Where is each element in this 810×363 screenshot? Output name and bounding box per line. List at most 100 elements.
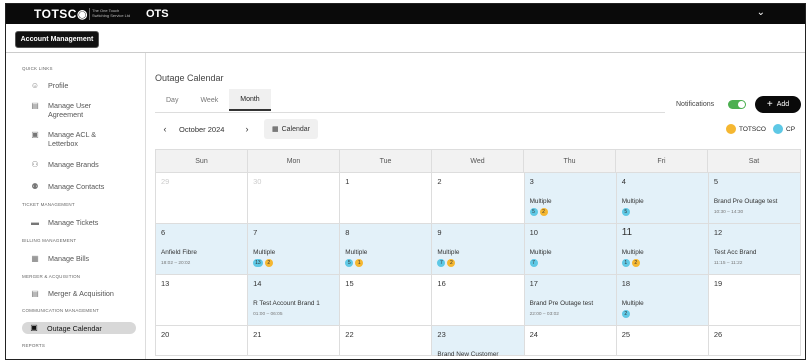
- sidebar-item-manage-brands[interactable]: ⚇ Manage Brands: [30, 160, 140, 170]
- event-title[interactable]: R Test Account Brand 1: [253, 300, 320, 307]
- next-month-button[interactable]: ›: [240, 122, 254, 136]
- weekday-wed: Wed: [432, 150, 524, 172]
- calendar-day[interactable]: 18 Multiple 2: [616, 275, 709, 326]
- calendar-day[interactable]: 19: [708, 275, 801, 326]
- calendar-day[interactable]: 12 Test Acc Brand 11:15 – 11:22: [708, 224, 801, 275]
- calendar-day[interactable]: 11 Multiple 1 2: [616, 224, 709, 275]
- calendar-day[interactable]: 3 Multiple 5 2: [524, 173, 617, 224]
- chevron-down-icon[interactable]: ⌄: [757, 7, 765, 18]
- sidebar-item-merger-acquisition[interactable]: ▤ Merger & Acquisition: [30, 289, 140, 299]
- calendar-day[interactable]: 13: [156, 275, 249, 326]
- calendar-day[interactable]: 26: [708, 326, 801, 356]
- sidebar-item-manage-user-agreement[interactable]: ▤ Manage User Agreement: [30, 101, 140, 119]
- cp-count-badge[interactable]: 5: [621, 208, 630, 216]
- calendar-day[interactable]: 10 Multiple 7: [524, 224, 617, 275]
- tabs-divider: [155, 112, 665, 113]
- sidebar-item-manage-contacts[interactable]: ⚉ Manage Contacts: [30, 182, 140, 192]
- calendar-day[interactable]: 29: [156, 173, 249, 224]
- logo-subtext: The One Touch Switching Service Ltd: [92, 8, 131, 18]
- calendar-day[interactable]: 23 Brand New Customer: [432, 326, 525, 358]
- cp-count-badge[interactable]: 5: [345, 259, 354, 267]
- add-button[interactable]: + Add: [755, 96, 801, 113]
- event-title[interactable]: Multiple: [437, 249, 459, 256]
- event-title[interactable]: Anfield Fibre: [161, 249, 197, 256]
- event-title[interactable]: Brand Pre Outage test: [530, 300, 594, 307]
- sidebar-item-label: Outage Calendar: [47, 323, 102, 333]
- calendar-day[interactable]: 24: [524, 326, 617, 356]
- event-title[interactable]: Multiple: [530, 249, 552, 256]
- event-title[interactable]: Multiple: [345, 249, 367, 256]
- totsco-count-badge[interactable]: 2: [447, 259, 456, 267]
- sidebar-item-manage-tickets[interactable]: ▬ Manage Tickets: [30, 218, 140, 228]
- event-title[interactable]: Test Acc Brand: [714, 249, 757, 256]
- totsco-count-badge[interactable]: 2: [631, 259, 640, 267]
- cp-count-badge[interactable]: 13: [253, 259, 263, 267]
- calendar-day[interactable]: 21: [248, 326, 341, 356]
- sidebar-item-outage-calendar[interactable]: ▣ Outage Calendar: [22, 322, 136, 334]
- calendar-picker-button[interactable]: ▦ Calendar: [264, 119, 318, 139]
- calendar-day[interactable]: 6 Anfield Fibre 18:02 – 20:02: [156, 224, 249, 275]
- event-title[interactable]: Multiple: [530, 198, 552, 205]
- calendar-day[interactable]: 5 Brand Pre Outage test 10:30 – 14:30: [708, 173, 801, 224]
- totsco-count-badge[interactable]: 2: [539, 208, 548, 216]
- prev-month-button[interactable]: ‹: [158, 122, 172, 136]
- event-title[interactable]: Multiple: [253, 249, 275, 256]
- calendar-weeks: 29 30 1 2 3 Multiple 5 2 4 Multiple 5 5 Brand Pre Ou…: [155, 173, 801, 358]
- day-number: 14: [253, 279, 262, 288]
- totsco-count-badge[interactable]: 2: [264, 259, 273, 267]
- sidebar-item-manage-acl-letterbox[interactable]: ▣ Manage ACL & Letterbox: [30, 130, 140, 148]
- weekday-sat: Sat: [748, 157, 760, 165]
- day-number: 25: [621, 330, 631, 339]
- calendar-day[interactable]: 15: [340, 275, 433, 326]
- event-title[interactable]: Multiple: [622, 300, 644, 307]
- weekday-sun: Sun: [156, 150, 248, 172]
- event-title[interactable]: Multiple: [622, 249, 644, 256]
- sidebar-item-label: Manage Contacts: [48, 182, 105, 191]
- section-billing-management: BILLING MANAGEMENT: [22, 238, 77, 243]
- tab-month[interactable]: Month: [229, 89, 271, 111]
- calendar-day[interactable]: 14 R Test Account Brand 1 01:00 – 06:05: [248, 275, 341, 326]
- sidebar-item-profile[interactable]: ☺ Profile: [30, 81, 140, 91]
- cp-count-badge[interactable]: 7: [437, 259, 446, 267]
- tab-day[interactable]: Day: [155, 89, 189, 111]
- totsco-count-badge[interactable]: 1: [355, 259, 364, 267]
- weekday-tue: Tue: [340, 150, 432, 172]
- event-badges: 51: [345, 259, 364, 267]
- day-number: 20: [161, 330, 170, 339]
- app-name: OTS: [146, 8, 169, 20]
- account-management-button[interactable]: Account Management: [15, 31, 99, 48]
- logo[interactable]: TOTSC◉: [34, 7, 88, 21]
- event-title[interactable]: Brand New Customer: [437, 351, 498, 358]
- event-badges: 12: [621, 259, 640, 267]
- calendar-day[interactable]: 8 Multiple 5 1: [340, 224, 433, 275]
- legend-totsco: TOTSCO: [726, 124, 766, 134]
- calendar-day[interactable]: 2: [432, 173, 525, 224]
- cp-count-badge[interactable]: 5: [529, 208, 538, 216]
- cp-count-badge[interactable]: 7: [529, 259, 538, 267]
- contacts-icon: ⚉: [31, 182, 39, 191]
- legend-label: CP: [786, 125, 796, 133]
- calendar-day[interactable]: 7 Multiple 13 2: [248, 224, 341, 275]
- calendar-day[interactable]: 9 Multiple 7 2: [432, 224, 525, 275]
- event-badges: 2: [621, 310, 630, 318]
- calendar-day[interactable]: 25: [616, 326, 709, 356]
- event-title[interactable]: Brand Pre Outage test: [714, 198, 778, 205]
- calendar-day[interactable]: 17 Brand Pre Outage test 22:00 – 03:02: [524, 275, 617, 326]
- cp-count-badge[interactable]: 2: [621, 310, 630, 318]
- section-reports: REPORTS: [22, 343, 46, 348]
- calendar-day[interactable]: 30: [248, 173, 341, 224]
- tab-week[interactable]: Week: [189, 89, 229, 111]
- cp-count-badge[interactable]: 1: [621, 259, 630, 267]
- top-bar: TOTSC◉ The One Touch Switching Service L…: [6, 4, 805, 24]
- calendar-day[interactable]: 20: [156, 326, 249, 356]
- sidebar-item-manage-bills[interactable]: ▦ Manage Bills: [30, 254, 140, 264]
- notifications-toggle[interactable]: [728, 100, 746, 109]
- calendar-day[interactable]: 4 Multiple 5: [616, 173, 709, 224]
- calendar-day[interactable]: 1: [340, 173, 433, 224]
- event-title[interactable]: Multiple: [622, 198, 644, 205]
- day-number: 7: [253, 228, 258, 237]
- calendar-day[interactable]: 22: [340, 326, 433, 356]
- calendar-day[interactable]: 16: [432, 275, 525, 326]
- merge-icon: ▤: [31, 289, 39, 298]
- day-number: 18: [621, 279, 631, 288]
